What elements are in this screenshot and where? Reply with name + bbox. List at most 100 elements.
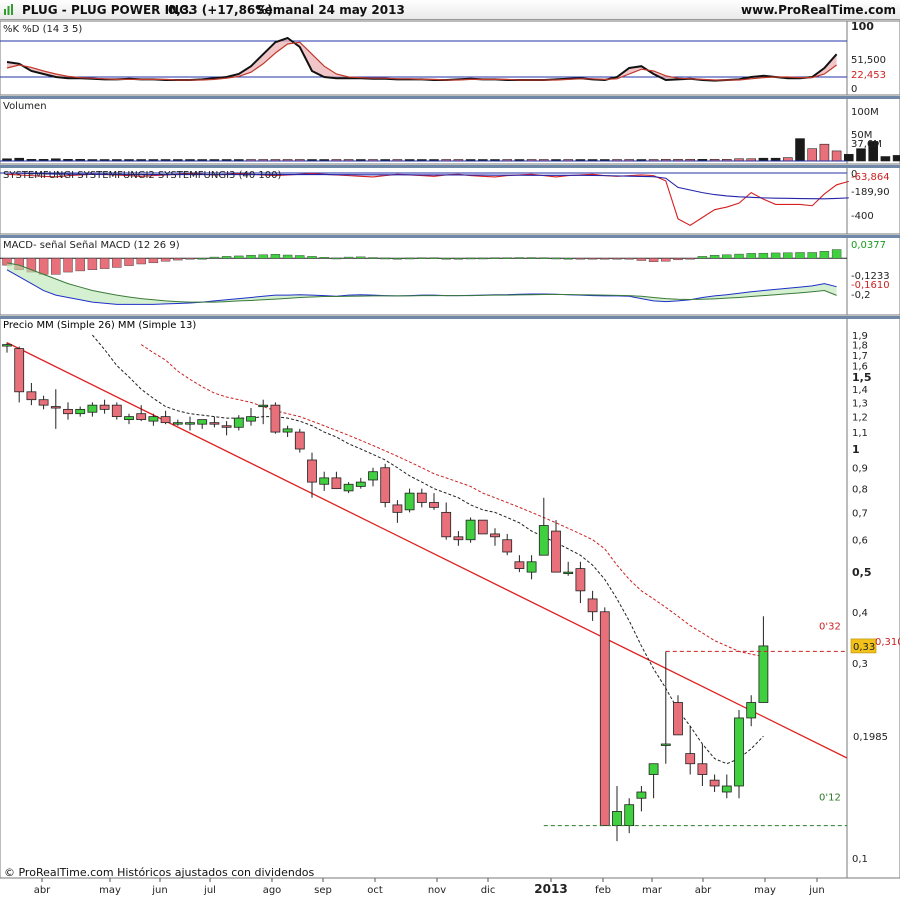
chart-canvas: %K %D (14 3 5) 100 51,500 22,453 0 Volumen 100… <box>0 20 900 896</box>
candle-body <box>709 779 720 787</box>
systemfungi-y-tick-label: -63,864 <box>851 172 890 183</box>
candle-body <box>14 348 25 393</box>
macd-panel-title: MACD- señal Señal MACD (12 26 9) <box>3 240 180 251</box>
candle-body <box>38 399 49 406</box>
price-y-tick-label: 1 <box>852 443 860 456</box>
candle-body <box>355 481 366 487</box>
candle-body <box>75 408 86 415</box>
x-axis-label: dic <box>481 885 496 896</box>
macd-histogram-bar <box>319 257 329 259</box>
volume-bar <box>831 150 842 162</box>
stochastic-y-tick-label: 100 <box>851 20 874 33</box>
volume-bar <box>782 157 793 162</box>
macd-histogram-bar <box>807 252 817 259</box>
macd-histogram-bar <box>539 257 549 259</box>
macd-histogram-bar <box>465 257 476 260</box>
price-y-tick-label: 0,9 <box>852 464 868 475</box>
candle-body <box>538 525 549 556</box>
x-axis-label: abr <box>34 885 51 896</box>
x-axis-label: feb <box>595 885 611 896</box>
candle-body <box>26 391 37 401</box>
macd-histogram-bar <box>600 258 610 260</box>
volume-bar <box>880 156 891 162</box>
macd-histogram-bar <box>490 257 500 259</box>
candle-body <box>734 717 744 787</box>
x-axis-label: jun <box>151 885 167 896</box>
macd-histogram-bar <box>270 254 281 259</box>
volume-panel-frame <box>0 97 848 165</box>
candle-body <box>441 511 452 538</box>
macd-histogram-bar <box>648 258 659 262</box>
macd-histogram-bar <box>87 258 98 270</box>
macd-histogram-bar <box>673 258 683 261</box>
macd-histogram-bar <box>380 257 390 260</box>
macd-histogram-bar <box>453 258 464 260</box>
volume-bar <box>795 138 805 162</box>
candle-body <box>111 404 122 418</box>
macd-histogram-bar <box>758 252 769 259</box>
macd-histogram-bar <box>185 258 195 260</box>
macd-histogram-bar <box>148 258 159 264</box>
macd-histogram-bar <box>661 258 671 262</box>
macd-histogram-bar <box>307 256 317 259</box>
candle-body <box>258 404 269 408</box>
candle-body <box>63 408 73 415</box>
candle-body <box>221 425 232 428</box>
candle-body <box>624 804 635 827</box>
candle-body <box>87 404 98 413</box>
candle-body <box>648 763 659 775</box>
macd-histogram-bar <box>819 251 830 259</box>
macd-histogram-bar <box>563 258 573 260</box>
x-axis-label: oct <box>367 885 383 896</box>
macd-histogram-bar <box>624 258 634 260</box>
candle-body <box>233 417 244 428</box>
candle-body <box>612 810 622 827</box>
macd-histogram-bar <box>795 252 805 259</box>
price-y-tick-label: 0,4 <box>852 608 868 619</box>
systemfungi-panel-title: SYSTEMFUNGI SYSTEMFUNGI2 SYSTEMFUNGI3 (4… <box>3 170 281 181</box>
macd-histogram-bar <box>770 252 781 259</box>
macd-histogram-bar <box>697 256 708 259</box>
candle-body <box>685 753 696 765</box>
price-y-tick-label: 1,7 <box>852 351 868 362</box>
x-axis-label: jul <box>203 885 216 896</box>
stochastic-y-tick-label: 22,453 <box>851 70 886 81</box>
macd-histogram-bar <box>502 257 512 259</box>
stochastic-y-tick-label: 51,500 <box>851 55 886 66</box>
price-y-tick-label: 0,6 <box>852 536 868 547</box>
candle-body <box>490 533 500 538</box>
macd-histogram-bar <box>331 257 342 260</box>
sma13-readout: 0,1985 <box>853 732 888 743</box>
x-axis-label: 2013 <box>534 882 567 896</box>
x-axis-label: ago <box>263 885 282 896</box>
candle-body <box>758 645 769 703</box>
macd-histogram-bar <box>136 258 146 265</box>
systemfungi-y-tick-label: -189,90 <box>851 187 890 198</box>
macd-histogram-bar <box>51 258 61 275</box>
macd-histogram-bar <box>173 258 183 261</box>
macd-histogram-bar <box>404 257 415 260</box>
macd-histogram-bar <box>429 257 439 259</box>
candle-body <box>453 536 464 541</box>
macd-histogram-bar <box>246 255 256 259</box>
candle-body <box>148 416 159 422</box>
price-y-tick-label: 0,7 <box>852 508 868 519</box>
macd-histogram-bar <box>63 258 73 273</box>
annotation-label: 0'32 <box>819 621 841 632</box>
macd-histogram-bar <box>197 258 207 260</box>
macd-histogram-bar <box>746 253 756 259</box>
stochastic-panel-frame <box>0 20 848 96</box>
last-price-readout: 0,33 <box>853 642 875 653</box>
panel-separator-2 <box>0 235 900 238</box>
candle-body <box>99 404 110 410</box>
volume-bar <box>843 153 854 162</box>
price-y-tick-label: 0,3 <box>852 659 868 670</box>
macd-histogram-bar <box>221 256 232 259</box>
macd-histogram-bar <box>99 258 110 269</box>
price-y-tick-label: 1,1 <box>852 428 868 439</box>
macd-histogram-bar <box>160 258 171 262</box>
candle-body <box>563 571 574 575</box>
candle-body <box>746 702 757 719</box>
candle-body <box>465 519 476 541</box>
candle-body <box>673 702 683 736</box>
